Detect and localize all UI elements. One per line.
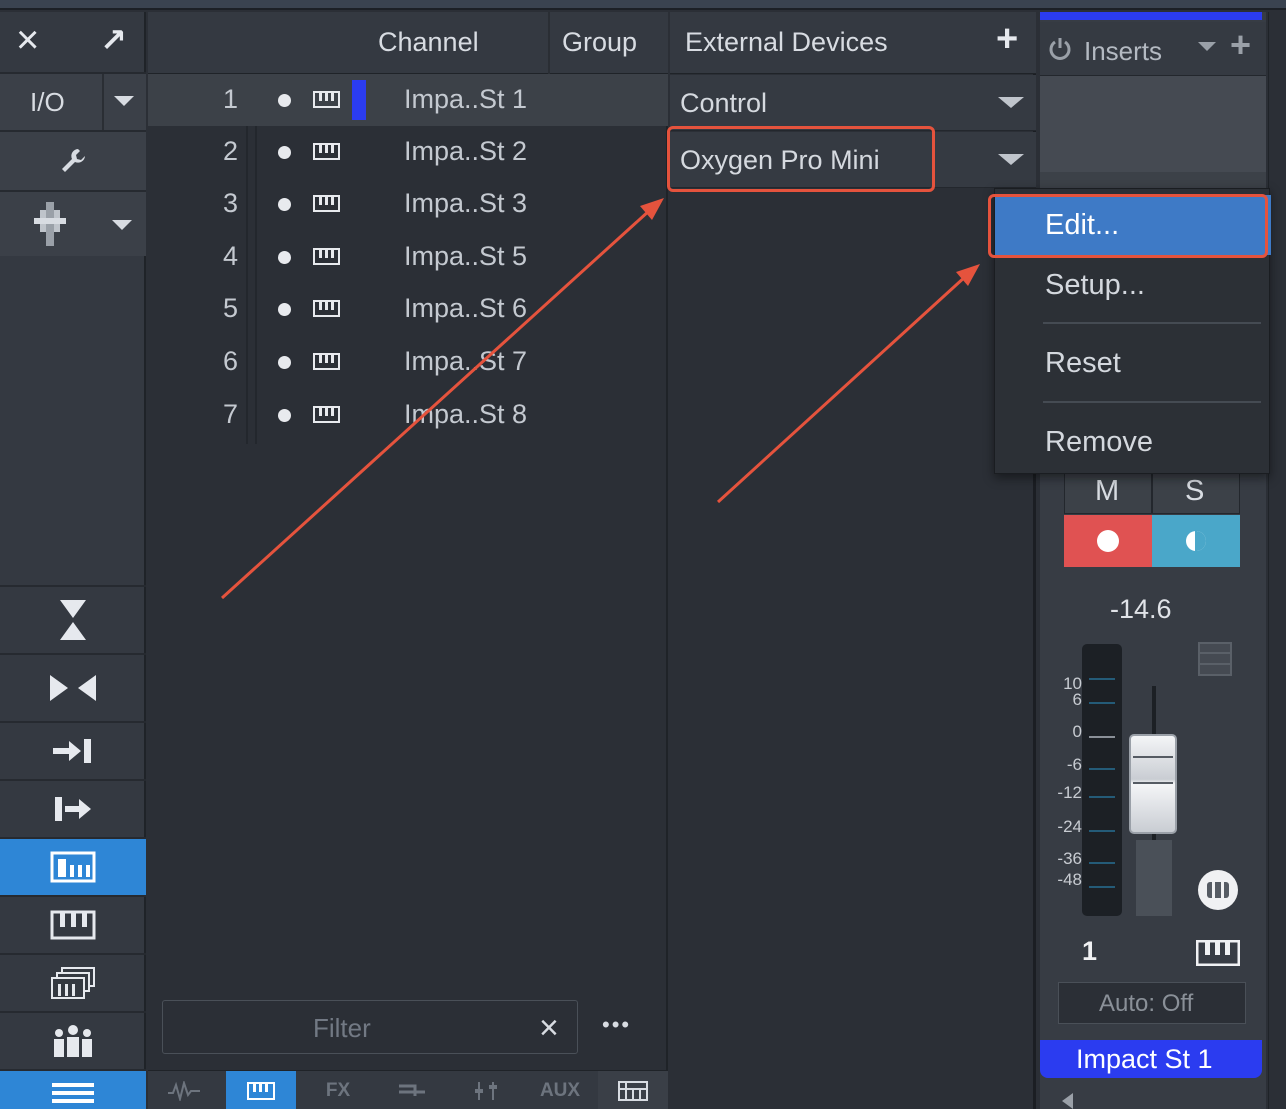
annotation-arrows xyxy=(220,198,980,600)
annotation-arrow-2 xyxy=(716,274,968,504)
annotation-arrow-1 xyxy=(220,208,652,600)
